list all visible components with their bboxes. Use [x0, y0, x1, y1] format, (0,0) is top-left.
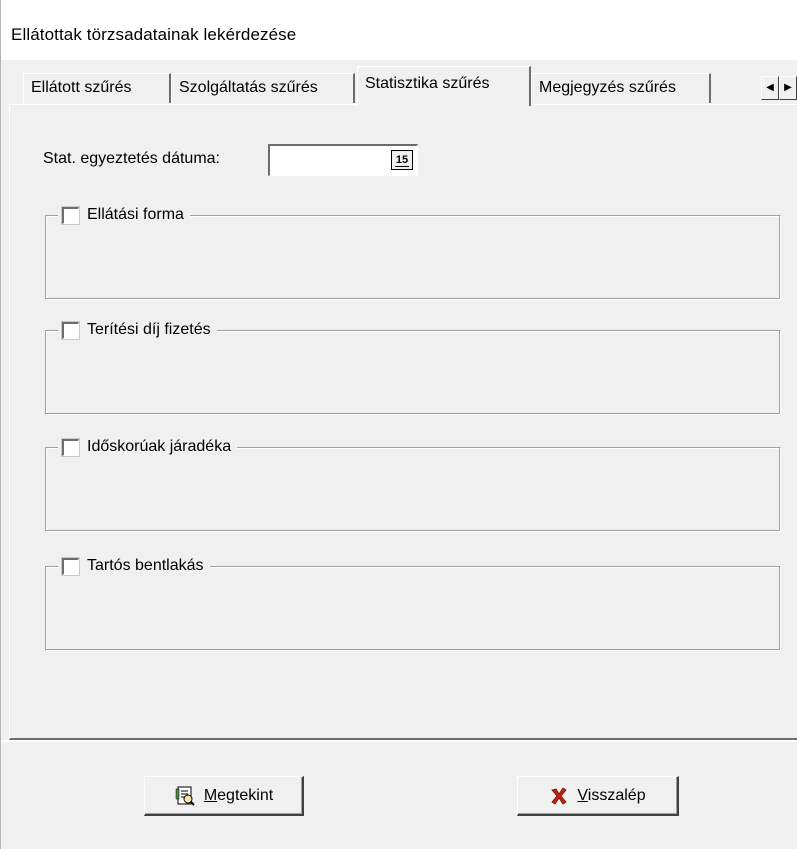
group-legend: Időskorúak járadéka — [58, 436, 238, 458]
triangle-right-icon: ▶ — [784, 82, 792, 93]
checkbox-tartos-bentlakas[interactable] — [62, 557, 79, 575]
tab-scroll-right-button[interactable]: ▶ — [779, 76, 797, 100]
checkbox-ellatasi-forma[interactable] — [62, 206, 79, 224]
tab-ellatott-szures[interactable]: Ellátott szűrés — [23, 73, 171, 103]
group-label: Időskorúak járadéka — [87, 438, 232, 455]
group-ellatasi-forma: Ellátási forma — [45, 204, 781, 300]
tab-label: Ellátott szűrés — [31, 79, 132, 96]
tab-scroll-left-button[interactable]: ◀ — [761, 76, 779, 100]
view-report-icon — [174, 785, 196, 807]
window-title: Ellátottak törzsadatainak lekérdezése — [11, 25, 297, 44]
tab-scroll-buttons: ◀ ▶ — [761, 76, 797, 100]
group-label: Terítési díj fizetés — [87, 321, 211, 338]
group-idoskoruak-jaradeka: Időskorúak járadéka — [45, 436, 781, 532]
footer-separator — [1, 740, 797, 742]
checkbox-teritesi-dij-fizetes[interactable] — [62, 321, 79, 339]
group-legend: Tartós bentlakás — [58, 555, 210, 577]
calendar-icon[interactable]: 15 — [391, 150, 413, 170]
visszalep-button[interactable]: Visszalép — [517, 776, 679, 816]
group-label: Tartós bentlakás — [87, 557, 204, 574]
group-legend: Ellátási forma — [58, 204, 190, 226]
group-legend: Terítési díj fizetés — [58, 319, 217, 341]
megtekint-button[interactable]: Megtekint — [144, 776, 304, 816]
group-label: Ellátási forma — [87, 206, 184, 223]
megtekint-label: Megtekint — [203, 786, 274, 804]
tab-statisztika-szures[interactable]: Statisztika szűrés — [357, 66, 531, 106]
tab-label: Megjegyzés szűrés — [539, 79, 676, 96]
visszalep-label: Visszalép — [577, 786, 646, 804]
date-input[interactable]: 15 — [268, 144, 418, 176]
tab-szolgaltatas-szures[interactable]: Szolgáltatás szűrés — [171, 73, 355, 103]
checkbox-idoskoruak-jaradeka[interactable] — [62, 438, 79, 456]
triangle-left-icon: ◀ — [766, 82, 774, 93]
tab-megjegyzes-szures[interactable]: Megjegyzés szűrés — [531, 73, 711, 103]
window: Ellátottak törzsadatainak lekérdezése El… — [0, 0, 797, 849]
date-label: Stat. egyeztetés dátuma: — [43, 150, 220, 167]
title-bar: Ellátottak törzsadatainak lekérdezése — [1, 0, 797, 60]
tab-label: Statisztika szűrés — [365, 75, 490, 92]
group-tartos-bentlakas: Tartós bentlakás — [45, 555, 781, 651]
tab-label: Szolgáltatás szűrés — [179, 79, 318, 96]
red-x-icon — [549, 786, 569, 806]
group-teritesi-dij-fizetes: Terítési díj fizetés — [45, 319, 781, 415]
